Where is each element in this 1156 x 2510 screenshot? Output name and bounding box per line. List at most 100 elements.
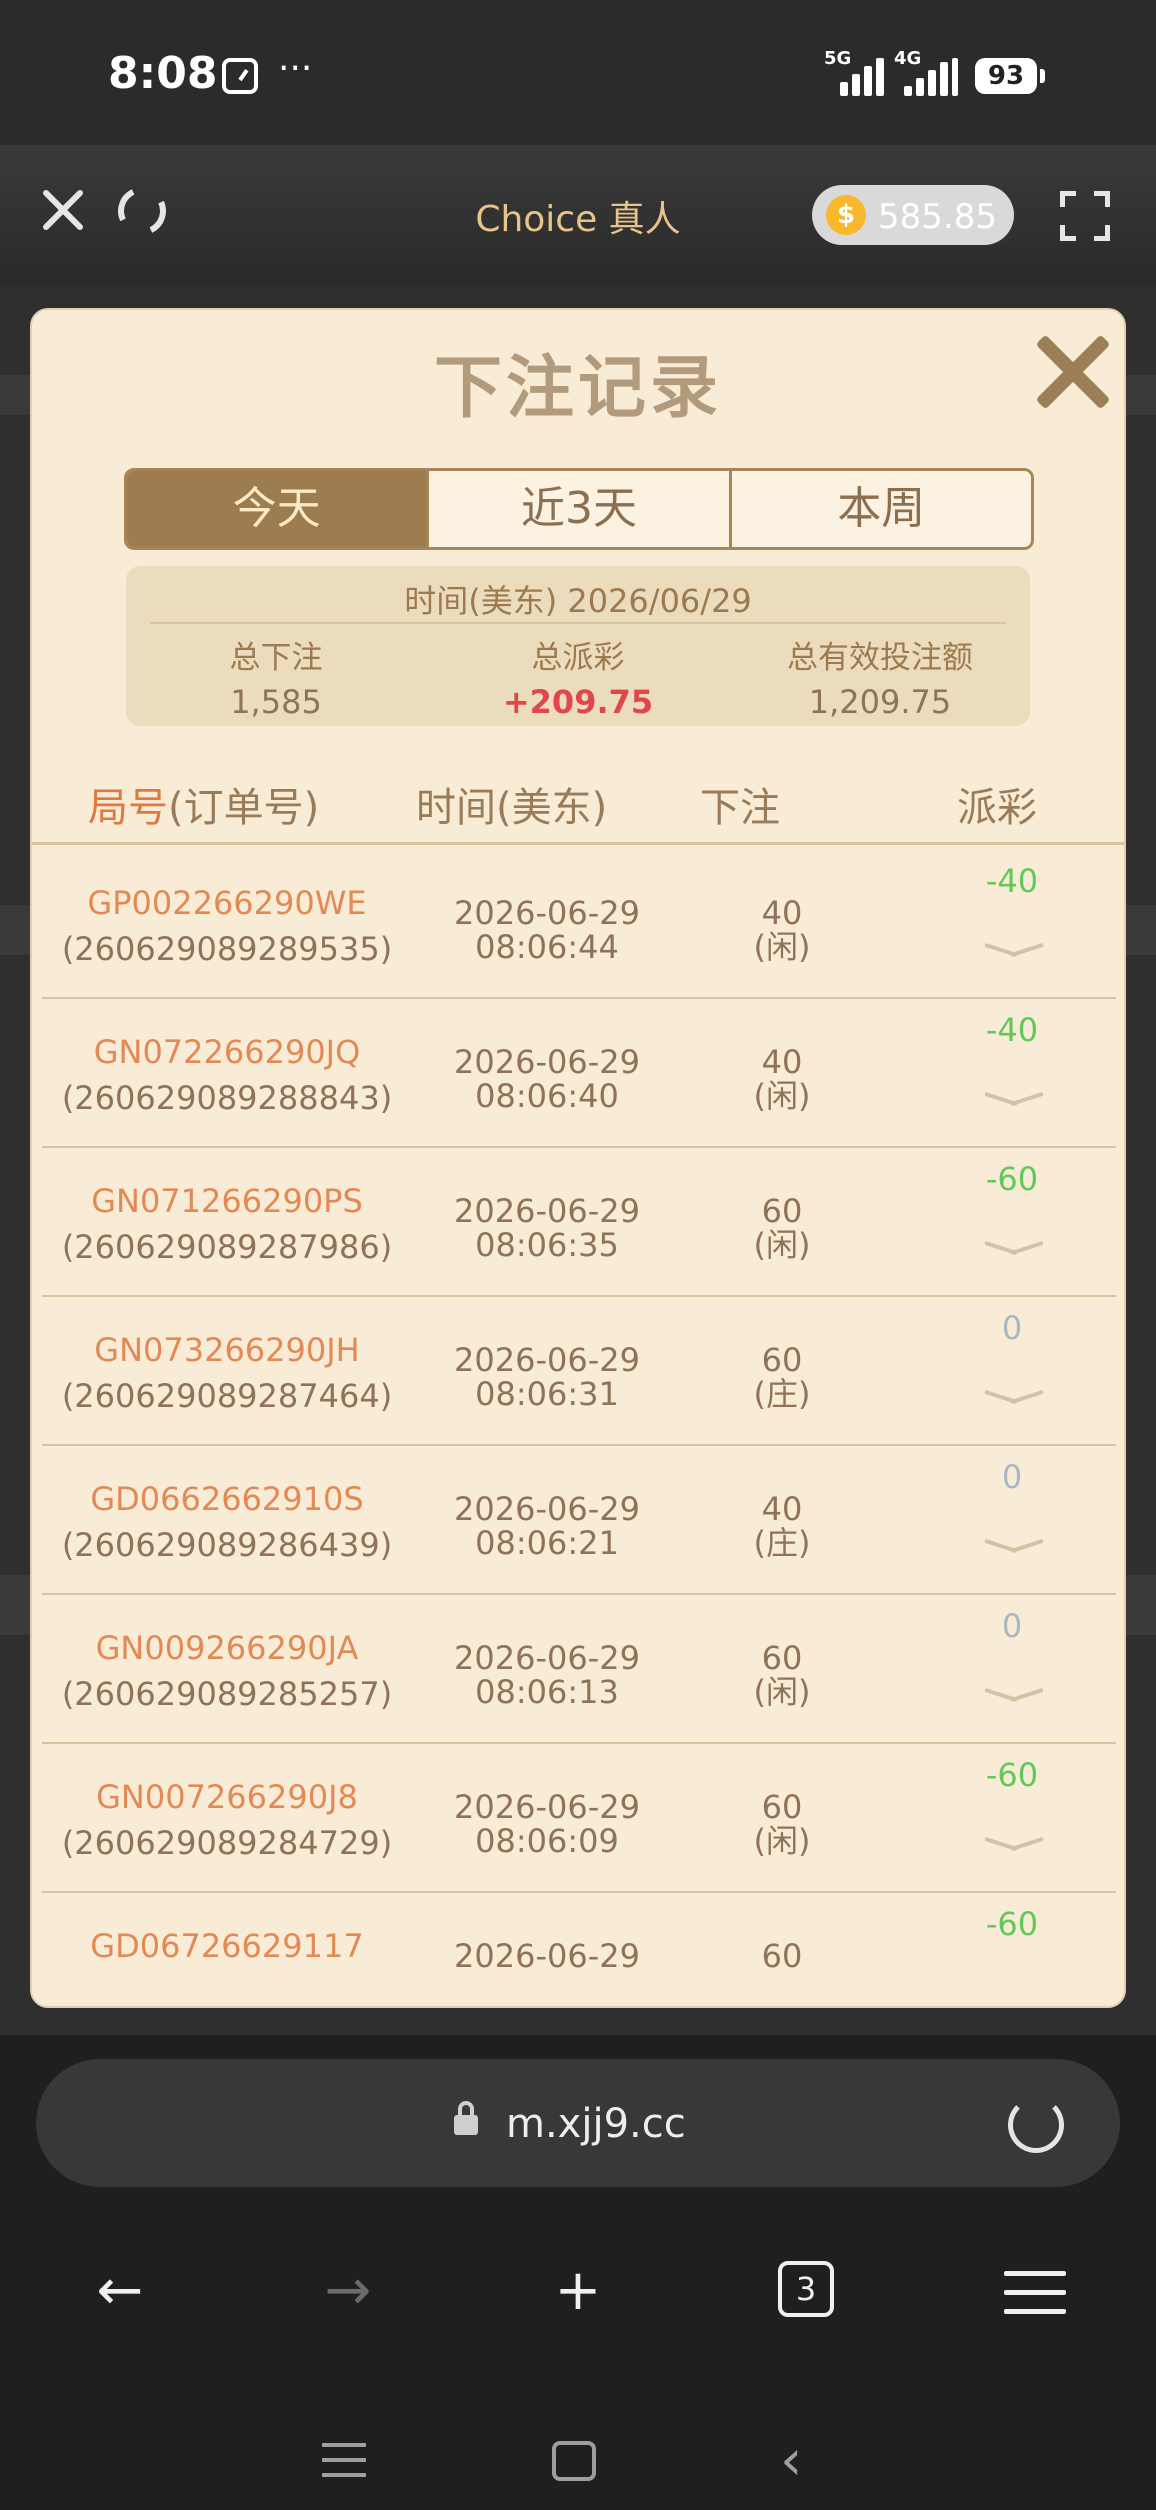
- reload-icon[interactable]: [1008, 2097, 1064, 2153]
- game-id-cell: GN073266290JH (260629089287464): [42, 1331, 412, 1415]
- signal-4g-icon: 4G: [894, 48, 958, 96]
- time-cell: 2026-06-29 08:06:13: [412, 1641, 682, 1709]
- bet-amount: 40: [761, 1490, 803, 1528]
- summary-date: 时间(美东) 2026/06/29: [404, 582, 752, 620]
- chevron-down-icon[interactable]: [986, 1089, 1042, 1109]
- game-id-cell: GN072266290JQ (260629089288843): [42, 1033, 412, 1117]
- summary-divider: [150, 622, 1006, 624]
- bet-side: (闲): [753, 928, 811, 966]
- table-row[interactable]: GN007266290J8 (260629089284729) 2026-06-29…: [42, 1744, 1116, 1893]
- game-id-cell: GD0662662910S (260629089286439): [42, 1480, 412, 1564]
- bet-cell: 40 (庄): [702, 1492, 862, 1560]
- tab-switcher-icon[interactable]: 3: [778, 2261, 834, 2317]
- order-number: (260629089286439): [61, 1526, 393, 1564]
- home-icon[interactable]: [552, 2441, 596, 2481]
- modal-title: 下注记录: [433, 349, 722, 428]
- bet-time: 08:06:21: [475, 1524, 619, 1562]
- bet-amount: 60: [761, 1788, 803, 1826]
- game-id-cell: GD06726629117: [42, 1927, 412, 1973]
- game-id-cell: GN007266290J8 (260629089284729): [42, 1778, 412, 1862]
- tab-this-week[interactable]: 本周: [728, 471, 1031, 547]
- chevron-down-icon[interactable]: [986, 1387, 1042, 1407]
- game-number: GN007266290J8: [96, 1778, 358, 1816]
- game-number: GN072266290JQ: [93, 1033, 361, 1071]
- app-bar: Choice 真人 $ 585.85: [0, 145, 1156, 285]
- system-navigation: ‹: [0, 2425, 1156, 2505]
- payout-value: -60: [985, 1905, 1039, 1943]
- balance-value: 585.85: [878, 197, 997, 237]
- game-id-cell: GP002266290WE (260629089289535): [42, 884, 412, 968]
- total-bet: 总下注 1,585: [229, 640, 323, 721]
- table-row[interactable]: GD06726629117 2026-06-29 60 -60: [42, 1893, 1116, 1995]
- browser-toolbar: m.xjj9.cc ← → + 3 ‹: [0, 2035, 1156, 2510]
- time-cell: 2026-06-29: [412, 1939, 682, 1973]
- order-number: (260629089287464): [61, 1377, 393, 1415]
- forward-arrow-icon[interactable]: →: [308, 2251, 388, 2331]
- game-number: GN071266290PS: [91, 1182, 363, 1220]
- bet-amount: 60: [761, 1639, 803, 1677]
- menu-icon[interactable]: [1004, 2271, 1066, 2315]
- bet-date: 2026-06-29: [454, 1192, 640, 1230]
- time-cell: 2026-06-29 08:06:35: [412, 1194, 682, 1262]
- chevron-down-icon[interactable]: [986, 1834, 1042, 1854]
- bet-side: (庄): [753, 1375, 811, 1413]
- chevron-down-icon[interactable]: [986, 1238, 1042, 1258]
- recent-apps-icon[interactable]: [322, 2443, 366, 2479]
- order-number: (260629089289535): [61, 930, 393, 968]
- bet-time: 08:06:13: [475, 1673, 619, 1711]
- bet-side: (闲): [753, 1822, 811, 1860]
- game-number: GD06726629117: [90, 1927, 364, 1965]
- bet-date: 2026-06-29: [454, 1043, 640, 1081]
- game-number: GN009266290JA: [95, 1629, 359, 1667]
- table-row[interactable]: GD0662662910S (260629089286439) 2026-06-29…: [42, 1446, 1116, 1595]
- bet-date: 2026-06-29: [454, 894, 640, 932]
- bet-amount: 40: [761, 1043, 803, 1081]
- modal-close-icon[interactable]: [1032, 332, 1112, 412]
- time-cell: 2026-06-29 08:06:40: [412, 1045, 682, 1113]
- game-number: GN073266290JH: [94, 1331, 360, 1369]
- chevron-down-icon[interactable]: [986, 1685, 1042, 1705]
- chevron-down-icon[interactable]: [986, 1536, 1042, 1556]
- table-row[interactable]: GN073266290JH (260629089287464) 2026-06-29…: [42, 1297, 1116, 1446]
- bet-cell: 40 (闲): [702, 1045, 862, 1113]
- time-cell: 2026-06-29 08:06:21: [412, 1492, 682, 1560]
- bet-cell: 60 (闲): [702, 1641, 862, 1709]
- payout-value: 0: [1001, 1458, 1023, 1496]
- fullscreen-icon[interactable]: [1060, 191, 1110, 241]
- bet-cell: 60 (闲): [702, 1790, 862, 1858]
- back-arrow-icon[interactable]: ←: [80, 2251, 160, 2331]
- game-id-cell: GN071266290PS (260629089287986): [42, 1182, 412, 1266]
- bet-date: 2026-06-29: [454, 1490, 640, 1528]
- valid-bet-total: 总有效投注额 1,209.75: [787, 640, 973, 721]
- chevron-down-icon[interactable]: [986, 940, 1042, 960]
- bet-time: 08:06:09: [475, 1822, 619, 1860]
- tab-today[interactable]: 今天: [127, 471, 427, 547]
- lock-icon: [454, 2101, 478, 2135]
- table-row[interactable]: GP002266290WE (260629089289535) 2026-06-29…: [42, 850, 1116, 999]
- table-row[interactable]: GN009266290JA (260629089285257) 2026-06-29…: [42, 1595, 1116, 1744]
- bet-side: (闲): [753, 1226, 811, 1264]
- bet-time: 08:06:40: [475, 1077, 619, 1115]
- payout-value: -40: [985, 862, 1039, 900]
- bet-time: 08:06:31: [475, 1375, 619, 1413]
- game-number: GP002266290WE: [87, 884, 367, 922]
- more-notifications-icon: ···: [278, 48, 313, 89]
- bet-date: 2026-06-29: [454, 1639, 640, 1677]
- table-row[interactable]: GN072266290JQ (260629089288843) 2026-06-29…: [42, 999, 1116, 1148]
- order-number: (260629089287986): [61, 1228, 393, 1266]
- system-back-icon[interactable]: ‹: [780, 2433, 802, 2489]
- tab-last-3-days[interactable]: 近3天: [426, 471, 729, 547]
- bet-amount: 60: [761, 1192, 803, 1230]
- bet-amount: 60: [761, 1341, 803, 1379]
- payout-value: -60: [985, 1160, 1039, 1198]
- address-bar[interactable]: m.xjj9.cc: [36, 2059, 1120, 2187]
- bet-side: (庄): [753, 1524, 811, 1562]
- bet-amount: 60: [761, 1937, 803, 1975]
- time-cell: 2026-06-29 08:06:44: [412, 896, 682, 964]
- browser-nav: ← → + 3: [0, 2251, 1156, 2331]
- bet-cell: 60 (闲): [702, 1194, 862, 1262]
- table-row[interactable]: GN071266290PS (260629089287986) 2026-06-29…: [42, 1148, 1116, 1297]
- status-time: 8:08: [108, 48, 218, 99]
- balance-pill[interactable]: $ 585.85: [812, 185, 1014, 245]
- new-tab-icon[interactable]: +: [538, 2251, 618, 2331]
